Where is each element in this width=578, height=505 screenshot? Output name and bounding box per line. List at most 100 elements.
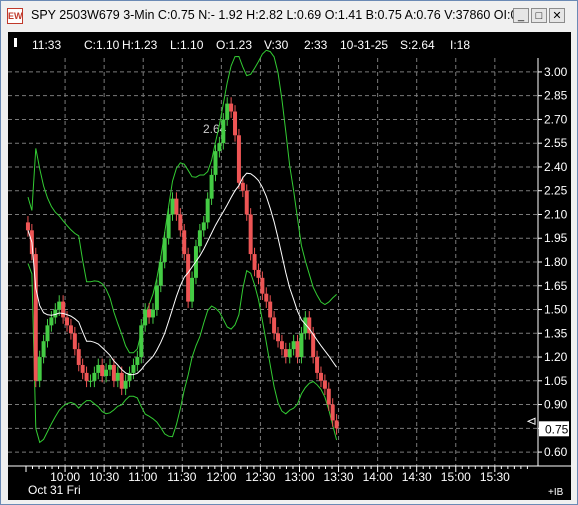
y-tick-label: 2.70 [544,112,568,126]
candle-body [68,325,73,334]
y-tick-label: 1.05 [544,374,568,388]
candle-body [244,190,249,215]
y-tick-label: 2.25 [544,184,568,198]
x-tick-label: 10:30 [89,470,119,484]
candle-body [49,317,54,326]
info-low: L:1.10 [170,38,204,52]
candle-body [123,380,128,389]
candle-body [276,333,280,342]
date-label: Oct 31 Fri [28,483,81,497]
info-open: O:1.23 [216,38,252,52]
candle-body [260,277,265,294]
x-tick-label: 12:00 [206,470,236,484]
candle-body [131,364,136,373]
candle-body [291,341,296,350]
candle-body [295,341,300,358]
candle-body [147,309,152,318]
candle-body [108,364,112,370]
candle-body [279,341,284,350]
info-clock: 2:33 [304,38,328,52]
minimize-button[interactable]: _ [513,8,529,23]
candle-body [154,285,159,310]
chart-app-icon[interactable]: EW [7,8,23,24]
info-close: C:1.10 [84,38,120,52]
candle-body [104,369,109,377]
y-tick-label: 1.20 [544,350,568,364]
y-tick-label: 1.65 [544,279,568,293]
candle-body [119,372,124,389]
candle-body [186,254,191,302]
candle-body [174,198,179,215]
candle-body [213,151,218,175]
candle-body [252,254,257,270]
candle-body [299,333,304,358]
candle-body [209,174,214,199]
candle-body [111,364,116,381]
candle-body [162,238,167,262]
window-title: SPY 2503W679 3-Min C:0.75 N:- 1.92 H:2.8… [31,8,518,22]
candle-body [248,214,253,255]
chart-window: EW SPY 2503W679 3-Min C:0.75 N:- 1.92 H:… [0,0,578,505]
candle-body [240,182,245,191]
chart-background [8,32,571,500]
info-volume: V:30 [264,38,289,52]
candle-body [272,317,277,334]
maximize-button[interactable]: □ [531,8,547,23]
x-tick-label: 11:00 [128,470,157,484]
y-tick-label: 2.10 [544,207,568,221]
candle-body [166,214,171,239]
last-price-label: 0.75 [545,422,569,436]
candle-body [229,103,234,112]
candle-body [170,198,175,215]
candle-body [268,301,273,318]
candle-body [115,372,120,381]
candle-body [201,222,206,231]
y-tick-label: 0.60 [544,445,568,459]
y-tick-label: 0.90 [544,398,568,412]
candle-body [315,357,320,373]
candle-body [88,380,93,382]
candle-body [205,198,210,223]
info-high: H:1.23 [122,38,158,52]
candle-body [287,349,292,358]
candle-body [158,262,163,286]
x-tick-label: 14:00 [363,470,393,484]
y-tick-label: 1.50 [544,303,568,317]
candle-body [264,293,269,302]
candle-body [96,364,101,373]
candle-body [25,222,30,231]
candle-body [182,230,187,255]
candle-body [233,111,238,136]
candle-body [143,309,148,326]
candle-body [57,301,62,310]
x-tick-label: 14:30 [402,470,432,484]
candle-body [41,341,46,358]
y-tick-label: 2.55 [544,136,568,150]
info-time: 11:33 [32,38,61,52]
title-bar[interactable]: EW SPY 2503W679 3-Min C:0.75 N:- 1.92 H:… [1,1,577,31]
candle-body [76,349,81,365]
y-tick-label: 1.95 [544,231,568,245]
candle-body [283,349,288,358]
candle-body [217,143,222,152]
candle-body [330,404,335,421]
candle-body [322,380,327,389]
candle-body [61,301,66,318]
y-tick-label: 2.40 [544,160,568,174]
x-tick-label: 11:30 [167,470,196,484]
x-tick-label: 10:00 [50,470,80,484]
candle-body [92,372,97,381]
candle-body [100,364,105,377]
chart-area[interactable]: 11:33 C:1.10 H:1.23 L:1.10 O:1.23 V:30 2… [8,32,571,500]
candle-body [45,325,50,342]
candle-body [326,388,331,405]
candle-body [37,357,42,381]
candle-body [236,135,241,183]
y-tick-label: 3.00 [544,65,568,79]
price-chart[interactable]: 11:33 C:1.10 H:1.23 L:1.10 O:1.23 V:30 2… [8,32,571,500]
y-tick-label: 1.35 [544,326,568,340]
candle-body [135,357,140,365]
candle-body [139,325,144,358]
close-button[interactable]: ✕ [549,8,565,23]
info-interval: I:18 [450,38,470,52]
